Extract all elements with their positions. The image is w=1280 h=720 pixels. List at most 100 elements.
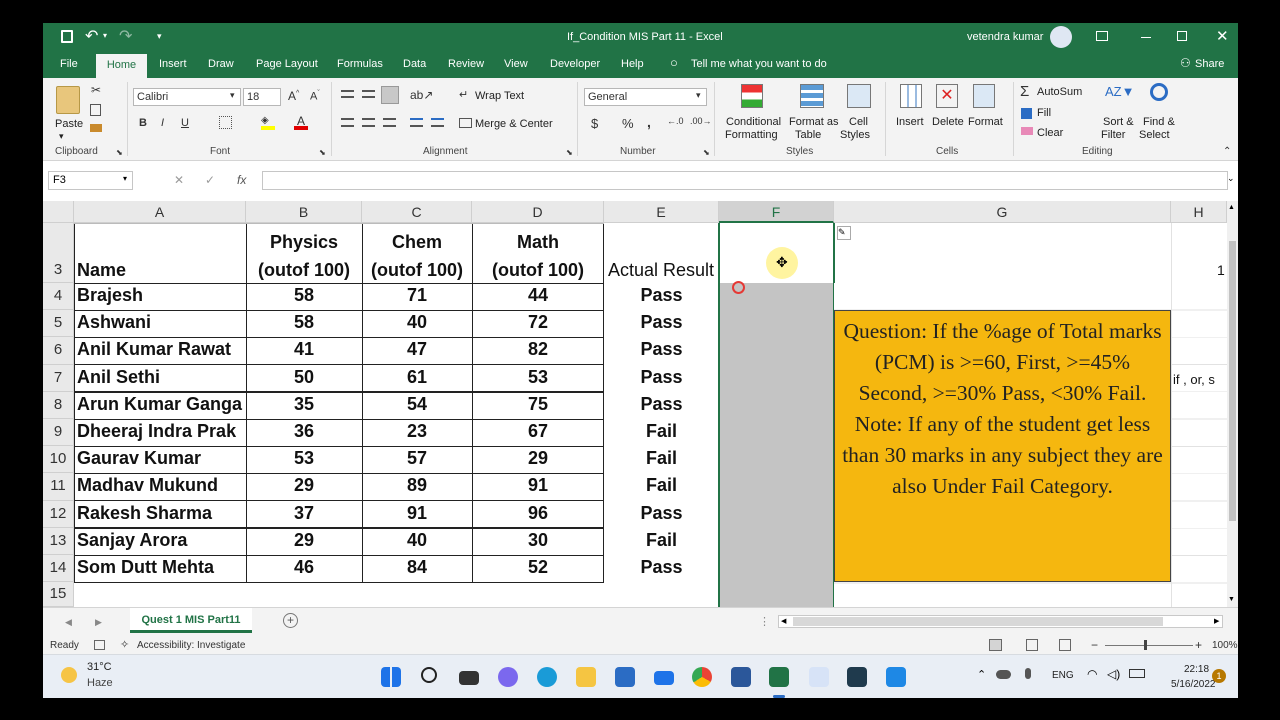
math-cell[interactable]: 44 [472, 285, 604, 306]
user-name[interactable]: vetendra kumar [967, 31, 1043, 43]
sort-filter-icon[interactable]: AZ▼ [1105, 84, 1134, 99]
tab-file[interactable]: File [60, 58, 78, 70]
column-header-b[interactable]: B [246, 201, 362, 223]
zoom-slider-thumb[interactable] [1144, 640, 1147, 650]
cell-styles-button[interactable]: Cell [849, 116, 868, 128]
hscroll-thumb[interactable] [793, 617, 1163, 626]
physics-cell[interactable]: 58 [246, 285, 362, 306]
tab-review[interactable]: Review [448, 58, 484, 70]
onedrive-icon[interactable] [996, 670, 1011, 679]
volume-icon[interactable]: ◁) [1107, 667, 1120, 681]
zoom-slider[interactable] [1105, 645, 1193, 646]
column-header-e[interactable]: E [604, 201, 719, 223]
format-as-table-icon[interactable] [800, 84, 824, 108]
tab-page-layout[interactable]: Page Layout [256, 58, 318, 70]
alignment-launcher-icon[interactable]: ⬊ [566, 148, 573, 157]
format-as-table-button[interactable]: Format as [789, 116, 839, 128]
math-cell[interactable]: 67 [472, 421, 604, 442]
chem-cell[interactable]: 91 [362, 503, 472, 524]
share-icon[interactable]: ⚇ [1180, 56, 1191, 70]
add-sheet-icon[interactable]: + [283, 613, 298, 628]
hscroll-right-icon[interactable]: ▶ [1214, 617, 1219, 625]
tray-chevron-icon[interactable]: ⌃ [977, 668, 986, 681]
undo-icon[interactable]: ↶ [85, 26, 98, 46]
chem-cell[interactable]: 40 [362, 312, 472, 333]
format-cells-button[interactable]: Format [968, 116, 1003, 128]
tab-help[interactable]: Help [621, 58, 644, 70]
task-view-icon[interactable] [459, 671, 479, 685]
decrease-indent-icon[interactable] [410, 118, 423, 127]
fill-button[interactable]: Fill [1037, 107, 1051, 119]
wrap-text-button[interactable]: Wrap Text [475, 90, 524, 102]
chem-cell[interactable]: 84 [362, 557, 472, 578]
tab-splitter-icon[interactable]: ⋮ [759, 615, 770, 628]
increase-indent-icon[interactable] [431, 118, 444, 127]
tab-developer[interactable]: Developer [550, 58, 600, 70]
chem-cell[interactable]: 89 [362, 475, 472, 496]
ribbon-display-icon[interactable] [1096, 31, 1108, 41]
h3-partial[interactable]: 1 [1217, 262, 1225, 278]
result-cell[interactable]: Fail [604, 448, 719, 469]
tab-view[interactable]: View [504, 58, 528, 70]
column-header-h[interactable]: H [1171, 201, 1227, 223]
sort-filter-button[interactable]: Sort & [1103, 116, 1134, 128]
tab-insert[interactable]: Insert [159, 58, 187, 70]
name-cell[interactable]: Anil Sethi [77, 367, 245, 388]
chat-icon[interactable] [498, 667, 518, 687]
battery-icon[interactable] [1129, 669, 1145, 678]
borders-icon[interactable] [219, 116, 232, 129]
number-launcher-icon[interactable]: ⬊ [703, 148, 710, 157]
enter-icon[interactable]: ✓ [205, 173, 215, 187]
language-indicator[interactable]: ENG [1052, 670, 1074, 681]
math-cell[interactable]: 72 [472, 312, 604, 333]
insert-function-icon[interactable]: fx [237, 173, 246, 187]
column-header-f[interactable]: F [719, 201, 834, 223]
percent-button[interactable]: % [622, 116, 634, 131]
format-painter-icon[interactable] [90, 124, 102, 132]
search-icon[interactable] [421, 667, 437, 683]
result-cell[interactable]: Pass [604, 394, 719, 415]
autosum-icon[interactable]: Σ [1020, 83, 1029, 100]
app-icon-1[interactable] [809, 667, 829, 687]
accessibility-icon[interactable]: ✧ [120, 638, 129, 651]
physics-cell[interactable]: 35 [246, 394, 362, 415]
align-center-icon[interactable] [362, 118, 375, 127]
tab-draw[interactable]: Draw [208, 58, 234, 70]
name-box[interactable]: F3 [48, 171, 133, 190]
chem-cell[interactable]: 61 [362, 367, 472, 388]
number-format-box[interactable]: General [584, 88, 707, 106]
row-header-13[interactable]: 13 [43, 527, 74, 555]
shrink-font-icon[interactable]: Aˇ [310, 90, 320, 103]
result-cell[interactable]: Fail [604, 530, 719, 551]
font-size-box[interactable]: 18 [243, 88, 281, 106]
delete-cells-icon[interactable]: ✕ [936, 84, 958, 108]
physics-cell[interactable]: 29 [246, 530, 362, 551]
wrap-text-icon[interactable]: ↵ [459, 88, 468, 101]
scroll-up-icon[interactable]: ▲ [1228, 204, 1235, 211]
zoom-out-icon[interactable]: − [1091, 638, 1098, 652]
fill-color-icon[interactable]: ◈ [261, 115, 275, 130]
row-header-10[interactable]: 10 [43, 446, 74, 474]
page-break-view-icon[interactable] [1059, 639, 1071, 651]
redo-icon[interactable]: ↷ [119, 26, 132, 46]
column-header-d[interactable]: D [472, 201, 604, 223]
chem-cell[interactable]: 71 [362, 285, 472, 306]
physics-cell[interactable]: 37 [246, 503, 362, 524]
math-cell[interactable]: 75 [472, 394, 604, 415]
clipboard-launcher-icon[interactable]: ⬊ [116, 148, 123, 157]
physics-cell[interactable]: 36 [246, 421, 362, 442]
question-box[interactable]: Question: If the %age of Total marks (PC… [834, 310, 1171, 582]
clock-time[interactable]: 22:18 [1184, 664, 1209, 675]
paste-dropdown-icon[interactable]: ▾ [59, 131, 64, 142]
delete-cells-button[interactable]: Delete [932, 116, 964, 128]
format-cells-icon[interactable] [973, 84, 995, 108]
font-launcher-icon[interactable]: ⬊ [319, 148, 326, 157]
paste-options-icon[interactable]: ✎ [837, 226, 851, 240]
scroll-thumb[interactable] [1229, 241, 1236, 521]
merge-center-button[interactable]: Merge & Center [475, 118, 553, 130]
vertical-scrollbar[interactable]: ▲ ▼ [1227, 201, 1238, 607]
result-cell[interactable]: Pass [604, 367, 719, 388]
physics-cell[interactable]: 50 [246, 367, 362, 388]
row-header-4[interactable]: 4 [43, 283, 74, 311]
font-name-box[interactable]: Calibri [133, 88, 241, 106]
